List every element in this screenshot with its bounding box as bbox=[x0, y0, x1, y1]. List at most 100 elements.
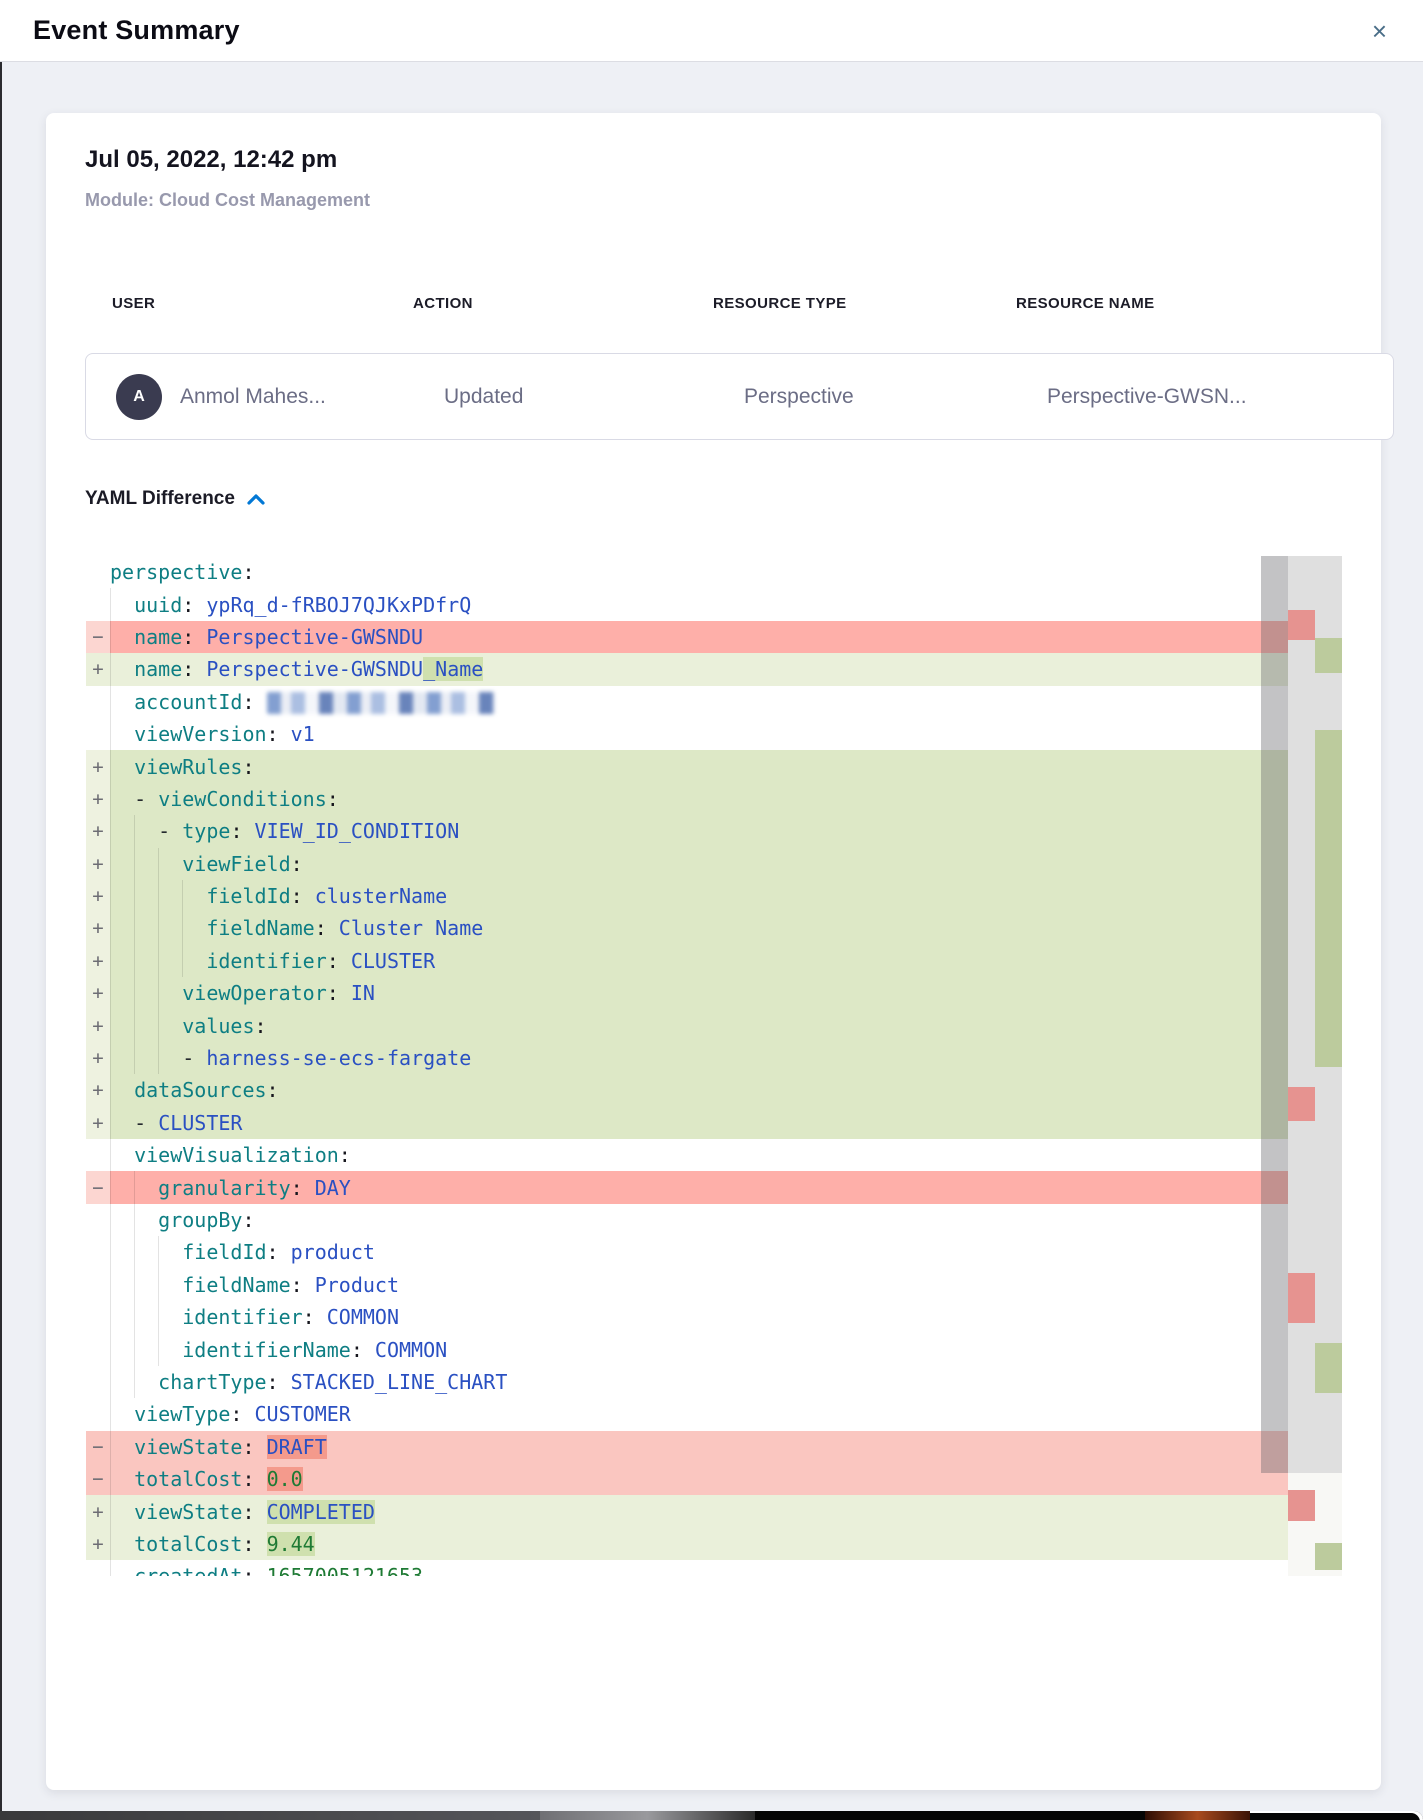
indent-guide bbox=[134, 815, 135, 847]
diff-gutter-sign: − bbox=[86, 621, 110, 653]
diff-gutter-sign: − bbox=[86, 1463, 110, 1495]
ruler-added-marker bbox=[1315, 1543, 1342, 1570]
ruler-added-marker bbox=[1315, 730, 1342, 1067]
diff-line: groupBy: bbox=[86, 1204, 1342, 1236]
chevron-up-icon[interactable] bbox=[247, 493, 265, 505]
indent-guide bbox=[110, 1398, 111, 1430]
indent-guide bbox=[110, 621, 111, 653]
indent-guide bbox=[110, 1495, 111, 1527]
indent-guide bbox=[182, 912, 183, 944]
column-user: USER bbox=[112, 295, 413, 312]
diff-gutter-sign: + bbox=[86, 977, 110, 1009]
diff-gutter-sign bbox=[86, 718, 110, 750]
diff-gutter-sign: − bbox=[86, 1171, 110, 1203]
indent-guide bbox=[158, 912, 159, 944]
diff-gutter-sign: + bbox=[86, 1495, 110, 1527]
diff-line-added: + fieldId: clusterName bbox=[86, 880, 1342, 912]
diff-gutter-sign: + bbox=[86, 815, 110, 847]
diff-line-removed: − totalCost: 0.0 bbox=[86, 1463, 1342, 1495]
ruler-removed-marker bbox=[1288, 1490, 1315, 1521]
diff-overview-ruler bbox=[1288, 556, 1342, 1576]
audit-table-row: A Anmol Mahes... Updated Perspective Per… bbox=[85, 353, 1394, 440]
diff-line: createdAt: 1657005121653 bbox=[86, 1560, 1342, 1576]
diff-line: identifier: COMMON bbox=[86, 1301, 1342, 1333]
audit-table-header: USER ACTION RESOURCE TYPE RESOURCE NAME bbox=[112, 295, 1322, 312]
indent-guide bbox=[134, 848, 135, 880]
diff-line: viewVisualization: bbox=[86, 1139, 1342, 1171]
indent-guide bbox=[158, 848, 159, 880]
diff-line-removed: − name: Perspective-GWSNDU bbox=[86, 621, 1342, 653]
diff-line-added: + totalCost: 9.44 bbox=[86, 1528, 1342, 1560]
yaml-difference-toggle[interactable]: YAML Difference bbox=[85, 488, 265, 510]
indent-guide bbox=[110, 880, 111, 912]
diff-gutter-sign: + bbox=[86, 1107, 110, 1139]
indent-guide bbox=[110, 977, 111, 1009]
window-left-edge bbox=[0, 62, 2, 1812]
diff-gutter-sign bbox=[86, 1204, 110, 1236]
yaml-difference-label: YAML Difference bbox=[85, 488, 235, 510]
indent-guide bbox=[134, 1333, 135, 1365]
avatar: A bbox=[116, 374, 162, 420]
diff-gutter-sign bbox=[86, 1301, 110, 1333]
indent-guide bbox=[158, 977, 159, 1009]
diff-line: identifierName: COMMON bbox=[86, 1333, 1342, 1365]
diff-word-highlight: COMPLETED bbox=[267, 1500, 375, 1524]
indent-guide bbox=[134, 1204, 135, 1236]
indent-guide bbox=[110, 1333, 111, 1365]
diff-line-removed: − viewState: DRAFT bbox=[86, 1431, 1342, 1463]
diff-line: accountId: bbox=[86, 686, 1342, 718]
diff-gutter-sign bbox=[86, 588, 110, 620]
edge-segment bbox=[1145, 1811, 1250, 1820]
diff-gutter-sign bbox=[86, 556, 110, 588]
diff-gutter-sign: + bbox=[86, 848, 110, 880]
indent-guide bbox=[158, 1236, 159, 1268]
diff-line: fieldId: product bbox=[86, 1236, 1342, 1268]
indent-guide bbox=[134, 912, 135, 944]
column-resource-name: RESOURCE NAME bbox=[1016, 295, 1322, 312]
indent-guide bbox=[110, 848, 111, 880]
indent-guide bbox=[110, 1463, 111, 1495]
indent-guide bbox=[158, 1301, 159, 1333]
diff-word-highlight: DRAFT bbox=[267, 1435, 327, 1459]
indent-guide bbox=[134, 1236, 135, 1268]
yaml-diff-viewer[interactable]: perspective: uuid: ypRq_d-fRBOJ7QJKxPDfr… bbox=[86, 556, 1342, 1576]
indent-guide bbox=[158, 1009, 159, 1041]
diff-gutter-sign bbox=[86, 1366, 110, 1398]
modal-header: Event Summary × bbox=[0, 0, 1423, 62]
diff-gutter-sign: + bbox=[86, 1528, 110, 1560]
indent-guide bbox=[110, 1560, 111, 1576]
indent-guide bbox=[158, 945, 159, 977]
indent-guide bbox=[110, 1269, 111, 1301]
indent-guide bbox=[110, 1528, 111, 1560]
indent-guide bbox=[158, 1269, 159, 1301]
indent-guide bbox=[110, 1366, 111, 1398]
resource-type-value: Perspective bbox=[744, 385, 1047, 409]
indent-guide bbox=[110, 815, 111, 847]
indent-guide bbox=[134, 945, 135, 977]
diff-scrollbar-slider[interactable] bbox=[1261, 556, 1288, 1473]
diff-line: viewType: CUSTOMER bbox=[86, 1398, 1342, 1430]
diff-line-added: + viewField: bbox=[86, 848, 1342, 880]
indent-guide bbox=[158, 880, 159, 912]
indent-guide bbox=[110, 1171, 111, 1203]
diff-line-added: + - viewConditions: bbox=[86, 783, 1342, 815]
diff-line-added: + values: bbox=[86, 1009, 1342, 1041]
diff-gutter-sign bbox=[86, 1333, 110, 1365]
event-timestamp: Jul 05, 2022, 12:42 pm bbox=[85, 146, 337, 174]
diff-gutter-sign: + bbox=[86, 750, 110, 782]
indent-guide bbox=[110, 1139, 111, 1171]
diff-line-added: + - type: VIEW_ID_CONDITION bbox=[86, 815, 1342, 847]
indent-guide bbox=[134, 1269, 135, 1301]
close-icon[interactable]: × bbox=[1366, 16, 1393, 46]
diff-gutter-sign: + bbox=[86, 945, 110, 977]
diff-gutter-sign: + bbox=[86, 880, 110, 912]
indent-guide bbox=[134, 1042, 135, 1074]
event-summary-card: Jul 05, 2022, 12:42 pm Module: Cloud Cos… bbox=[46, 113, 1381, 1790]
indent-guide bbox=[110, 718, 111, 750]
diff-line: uuid: ypRq_d-fRBOJ7QJKxPDfrQ bbox=[86, 588, 1342, 620]
diff-line-added: + viewRules: bbox=[86, 750, 1342, 782]
indent-guide bbox=[110, 588, 111, 620]
diff-line-removed: − granularity: DAY bbox=[86, 1171, 1342, 1203]
indent-guide bbox=[182, 880, 183, 912]
indent-guide bbox=[110, 1074, 111, 1106]
